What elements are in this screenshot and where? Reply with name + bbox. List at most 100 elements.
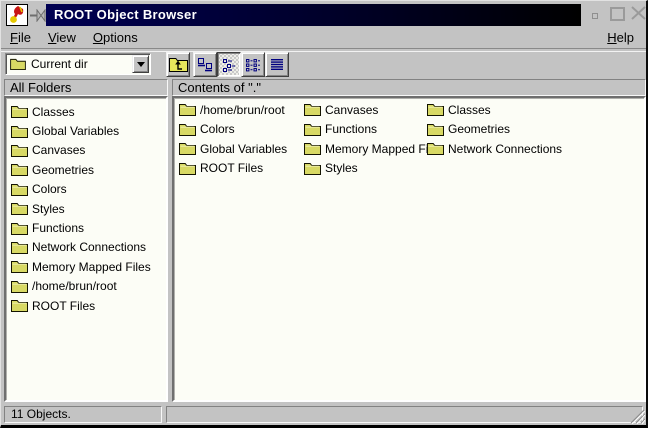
folder-icon	[304, 103, 321, 116]
folder-up-icon	[169, 57, 188, 72]
folder-item-global-variables[interactable]: Global Variables	[179, 141, 287, 156]
pin-glyph	[30, 9, 47, 22]
folder-item-classes[interactable]: Classes	[6, 102, 166, 121]
folder-icon	[11, 222, 28, 235]
folder-label: Styles	[325, 161, 358, 175]
large-icons-view-button[interactable]	[193, 52, 217, 77]
folder-item-home-brun-root[interactable]: /home/brun/root	[179, 102, 285, 117]
folder-icon	[179, 142, 196, 155]
root-object-browser-window: ROOT Object Browser File View Options Help…	[0, 0, 648, 428]
close-icon	[630, 5, 648, 22]
folder-item-network-connections[interactable]: Network Connections	[6, 238, 166, 257]
view-mode-buttons	[193, 52, 289, 77]
folder-item-root-files[interactable]: ROOT Files	[6, 296, 166, 315]
directory-combo-value: Current dir	[31, 57, 88, 71]
folder-label: Colors	[32, 182, 67, 196]
folder-icon	[11, 202, 28, 215]
folder-icon	[179, 123, 196, 136]
menu-file[interactable]: File	[10, 27, 31, 48]
status-message-area	[166, 406, 643, 423]
folder-item-styles[interactable]: Styles	[6, 199, 166, 218]
folder-label: Global Variables	[32, 124, 119, 138]
folder-label: Classes	[448, 103, 491, 117]
menu-view[interactable]: View	[48, 27, 76, 48]
directory-combo[interactable]: Current dir	[5, 53, 151, 75]
folder-icon	[11, 241, 28, 254]
folder-item-geometries[interactable]: Geometries	[6, 160, 166, 179]
left-panel-title: All Folders	[10, 80, 71, 95]
minimize-button[interactable]	[592, 13, 598, 19]
folder-label: Functions	[32, 221, 84, 235]
folder-label: ROOT Files	[200, 161, 263, 175]
folder-icon	[304, 162, 321, 175]
folder-item-canvases[interactable]: Canvases	[6, 141, 166, 160]
folder-label: Colors	[200, 122, 235, 136]
folder-item-canvases[interactable]: Canvases	[304, 102, 378, 117]
small-icons-icon	[221, 57, 237, 73]
resize-grip[interactable]	[629, 409, 645, 424]
large-icons-icon	[197, 57, 213, 73]
folder-label: Canvases	[32, 143, 85, 157]
combo-dropdown-button[interactable]	[132, 55, 149, 73]
folder-label: Classes	[32, 105, 75, 119]
folder-icon	[427, 103, 444, 116]
folder-label: Network Connections	[32, 240, 146, 254]
list-view-icon	[245, 57, 261, 73]
folder-label: Styles	[32, 202, 65, 216]
status-objects-count: 11 Objects.	[4, 406, 162, 423]
folder-label: Functions	[325, 122, 377, 136]
list-view-button[interactable]	[241, 52, 265, 77]
folder-item-memory-mapped-files[interactable]: Memory Mapped Files	[304, 141, 444, 156]
folder-label: /home/brun/root	[200, 103, 285, 117]
folder-icon	[179, 103, 196, 116]
folder-icon	[11, 260, 28, 273]
root-logo-glyph	[7, 5, 27, 25]
folder-icon	[11, 105, 28, 118]
right-panel-title: Contents of "."	[178, 80, 261, 95]
folder-icon	[11, 163, 28, 176]
pin-icon[interactable]	[30, 9, 47, 22]
folder-item-network-connections[interactable]: Network Connections	[427, 141, 562, 156]
small-icons-view-button[interactable]	[217, 52, 241, 77]
folder-icon	[11, 125, 28, 138]
menu-options[interactable]: Options	[93, 27, 138, 48]
folder-label: /home/brun/root	[32, 279, 117, 293]
folder-item-geometries[interactable]: Geometries	[427, 122, 510, 137]
folder-label: Global Variables	[200, 142, 287, 156]
title-bar[interactable]: ROOT Object Browser	[46, 4, 581, 26]
folder-icon	[11, 299, 28, 312]
right-panel-header: Contents of "."	[172, 79, 646, 96]
menu-help[interactable]: Help	[607, 27, 634, 48]
folder-item-functions[interactable]: Functions	[304, 122, 377, 137]
details-view-button[interactable]	[265, 52, 289, 77]
folder-item-functions[interactable]: Functions	[6, 218, 166, 237]
folder-item-colors[interactable]: Colors	[6, 180, 166, 199]
folder-label: Memory Mapped Files	[325, 142, 444, 156]
folder-icon	[10, 58, 26, 70]
root-logo-icon[interactable]	[6, 4, 28, 26]
folder-tree-list: Classes Global Variables Canvases Geomet…	[4, 96, 168, 402]
folder-icon	[304, 123, 321, 136]
folder-item-root-files[interactable]: ROOT Files	[179, 161, 263, 176]
folder-item-home-brun-root[interactable]: /home/brun/root	[6, 277, 166, 296]
caret-down-icon	[137, 62, 145, 71]
left-panel-header: All Folders	[4, 79, 168, 96]
contents-list: /home/brun/root Colors Global Variables …	[172, 96, 646, 402]
maximize-button[interactable]	[610, 7, 625, 21]
menu-separator	[1, 48, 646, 52]
folder-label: ROOT Files	[32, 299, 95, 313]
folder-label: Geometries	[448, 122, 510, 136]
folder-icon	[11, 144, 28, 157]
close-button[interactable]	[630, 5, 648, 22]
folder-item-classes[interactable]: Classes	[427, 102, 491, 117]
folder-item-styles[interactable]: Styles	[304, 161, 358, 176]
resize-grip-icon	[629, 409, 645, 424]
folder-icon	[427, 142, 444, 155]
folder-icon	[427, 123, 444, 136]
folder-item-colors[interactable]: Colors	[179, 122, 235, 137]
folder-item-memory-mapped-files[interactable]: Memory Mapped Files	[6, 257, 166, 276]
folder-label: Network Connections	[448, 142, 562, 156]
folder-item-global-variables[interactable]: Global Variables	[6, 121, 166, 140]
up-one-level-button[interactable]	[166, 52, 190, 77]
folder-icon	[179, 162, 196, 175]
